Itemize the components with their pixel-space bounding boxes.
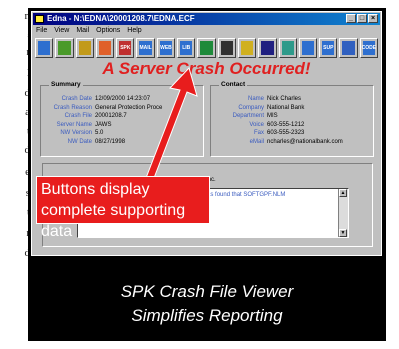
contact-heading: Contact bbox=[219, 81, 248, 88]
open-icon bbox=[38, 41, 51, 55]
novell-lib-icon: LIB bbox=[180, 41, 193, 55]
novell-code-button[interactable]: CODE bbox=[359, 38, 379, 58]
phone-list-icon: SPK bbox=[119, 41, 132, 55]
summary-value: General Protection Proce bbox=[95, 104, 163, 111]
summary-value: 20001208.7 bbox=[95, 113, 127, 120]
map-icon bbox=[281, 41, 294, 55]
wrench-button[interactable] bbox=[197, 38, 216, 58]
crash-banner: A Server Crash Occurred! bbox=[102, 59, 311, 78]
title-bar[interactable]: Edna - N:\EDNA\20001208.7\EDNA.ECF _ □ × bbox=[33, 13, 380, 25]
maximize-button[interactable]: □ bbox=[357, 14, 367, 23]
map-button[interactable] bbox=[278, 38, 297, 58]
summary-heading: Summary bbox=[49, 81, 83, 88]
summary-value: 5.0 bbox=[95, 130, 104, 137]
summary-label: Crash Date bbox=[61, 96, 92, 102]
save-icon bbox=[58, 41, 71, 55]
novell-web-icon: WEB bbox=[159, 41, 173, 55]
settings-icon bbox=[240, 41, 254, 55]
globe-icon bbox=[301, 41, 315, 55]
contact-label: Fax bbox=[253, 130, 264, 137]
menu-bar: File View Mail Options Help bbox=[34, 26, 142, 36]
summary-label: Server Name bbox=[56, 121, 92, 128]
moon-button[interactable] bbox=[258, 38, 277, 58]
contact-value: 603-555-1212 bbox=[267, 121, 305, 128]
wrench-icon bbox=[200, 41, 213, 55]
trash-button[interactable] bbox=[217, 38, 236, 58]
contact-label: Company bbox=[238, 104, 264, 111]
phone-button[interactable] bbox=[95, 38, 115, 58]
novell-mail-icon: MAIL bbox=[139, 41, 152, 55]
window-title: Edna - N:\EDNA\20001208.7\EDNA.ECF bbox=[47, 14, 195, 23]
scroll-up-arrow[interactable]: ▲ bbox=[339, 189, 347, 197]
contact-label: Department bbox=[232, 113, 264, 120]
summary-label: NW Date bbox=[67, 139, 92, 145]
menu-mail[interactable]: Mail bbox=[76, 26, 89, 36]
caption-line-1: SPK Crash File Viewer bbox=[120, 282, 294, 301]
novell-web-button[interactable]: WEB bbox=[156, 38, 176, 58]
app-icon bbox=[35, 15, 44, 23]
callout-box: Buttons display complete supporting data bbox=[36, 176, 210, 240]
menu-options[interactable]: Options bbox=[96, 26, 120, 36]
novell-sup-icon: SUP bbox=[322, 41, 335, 55]
caption-line-2: Simplifies Reporting bbox=[131, 306, 283, 325]
summary-label: Crash Reason bbox=[53, 104, 92, 111]
minimize-button[interactable]: _ bbox=[346, 14, 356, 23]
menu-view[interactable]: View bbox=[54, 26, 69, 36]
close-button[interactable]: × bbox=[368, 14, 378, 23]
phone-icon bbox=[98, 41, 112, 55]
save-button[interactable] bbox=[55, 38, 74, 58]
contact-label: Name bbox=[247, 96, 264, 102]
novell-lib-button[interactable]: LIB bbox=[177, 38, 196, 58]
summary-value: 08/27/1998 bbox=[95, 139, 126, 145]
details-scrollbar[interactable]: ▲ ▼ bbox=[338, 189, 348, 237]
contact-value: Nick Charles bbox=[267, 96, 302, 102]
background-page-text: n,rldatdestrd bbox=[0, 0, 31, 349]
figure-caption: SPK Crash File Viewer Simplifies Reporti… bbox=[28, 280, 386, 328]
novell-mail-button[interactable]: MAIL bbox=[136, 38, 155, 58]
summary-value: JAWS bbox=[95, 121, 112, 128]
info-button[interactable] bbox=[339, 38, 358, 58]
menu-help[interactable]: Help bbox=[127, 26, 141, 36]
phone-list-button[interactable]: SPK bbox=[116, 38, 135, 58]
contact-value: MIS bbox=[267, 113, 278, 120]
scroll-down-arrow[interactable]: ▼ bbox=[339, 229, 347, 237]
globe-button[interactable] bbox=[298, 38, 318, 58]
menu-file[interactable]: File bbox=[36, 26, 47, 36]
info-icon bbox=[342, 41, 355, 55]
trash-icon bbox=[220, 41, 233, 55]
print-icon bbox=[78, 41, 91, 55]
contact-value: 603-555-2323 bbox=[267, 130, 305, 137]
print-button[interactable] bbox=[75, 38, 94, 58]
contact-label: Voice bbox=[249, 121, 264, 128]
contact-label: eMail bbox=[249, 139, 264, 145]
open-button[interactable] bbox=[35, 38, 54, 58]
summary-label: Crash File bbox=[64, 113, 92, 120]
contact-value: National Bank bbox=[267, 104, 305, 111]
toolbar: SPK MAIL WEB LIB SUP CODE bbox=[35, 37, 379, 59]
moon-icon bbox=[261, 41, 274, 55]
summary-value: 12/09/2000 14:23:07 bbox=[95, 96, 151, 102]
contact-value: ncharles@nationalbank.com bbox=[267, 139, 343, 145]
summary-label: NW Version bbox=[60, 130, 92, 137]
settings-button[interactable] bbox=[237, 38, 257, 58]
novell-code-icon: CODE bbox=[362, 41, 376, 55]
novell-sup-button[interactable]: SUP bbox=[319, 38, 338, 58]
